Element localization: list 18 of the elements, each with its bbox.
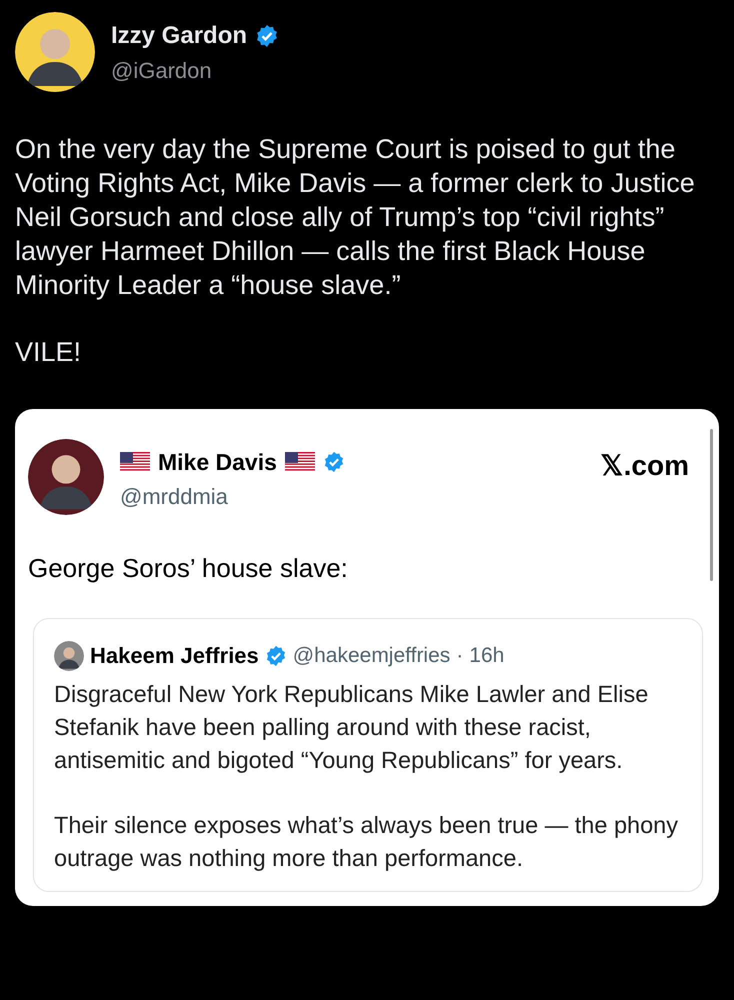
author-name[interactable]: Mike Davis bbox=[158, 445, 277, 480]
avatar-icon bbox=[28, 439, 104, 515]
timestamp: 16h bbox=[469, 642, 504, 669]
tweet-text: On the very day the Supreme Court is poised to gut the Voting Rights Act, Mike Davis — a former clerk to Justice Neil Gorsuch and close ally of Trump’s top “civil rights” lawyer Harmeet Dhillon — calls the first Black House Minority Leader a “house slave.” bbox=[15, 133, 696, 302]
author-handle[interactable]: @hakeemjeffries bbox=[292, 640, 450, 672]
author-handle[interactable]: @iGardon bbox=[111, 54, 280, 86]
quoted-tweet-text: Their silence exposes what’s always been true — the phony outrage was nothing more than performance. bbox=[54, 811, 679, 873]
separator-dot: · bbox=[456, 642, 464, 669]
author-name[interactable]: Hakeem Jeffries bbox=[90, 639, 259, 672]
quoted-tweet-text: Disgraceful New York Republicans Mike Lawler and Elise Stefanik have been palling around with these racist, antisemitic and bigoted “Young Republicans” for years. bbox=[54, 680, 650, 775]
tweet-text: George Soros’ house slave: bbox=[28, 552, 349, 585]
avatar-icon bbox=[54, 640, 84, 670]
scrollbar-icon bbox=[710, 429, 713, 581]
site-label: 𝕏.com bbox=[600, 449, 689, 483]
tweet-text: VILE! bbox=[15, 336, 82, 369]
author-handle[interactable]: @mrddmia bbox=[120, 480, 585, 512]
avatar-icon bbox=[15, 12, 95, 92]
author-name[interactable]: Izzy Gardon bbox=[111, 18, 248, 54]
